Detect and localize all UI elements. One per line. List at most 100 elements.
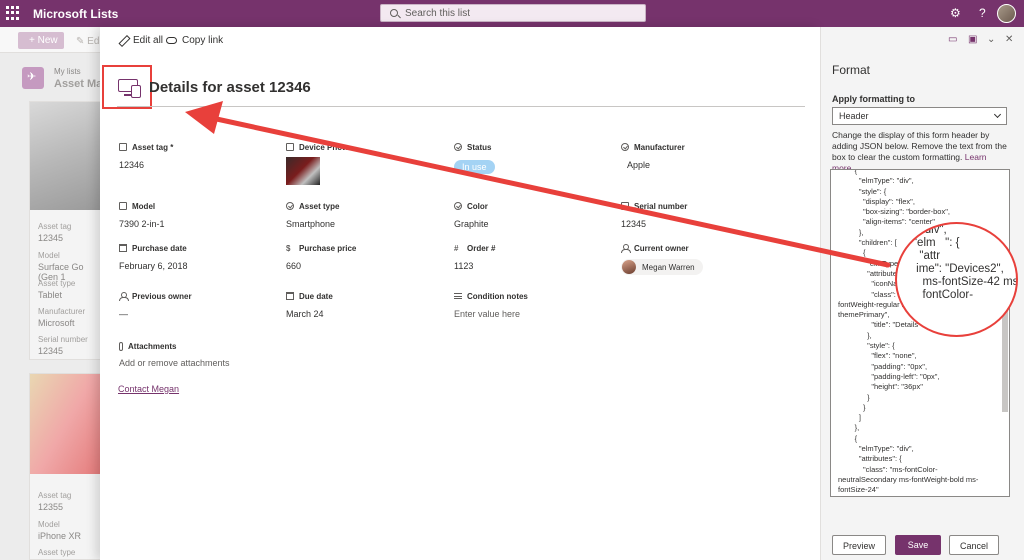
field-label: Model <box>132 201 156 211</box>
tag-icon <box>119 202 127 210</box>
gallery-card[interactable]: Asset tag 12355 Model iPhone XR Asset ty… <box>29 373 102 560</box>
gear-icon[interactable]: ⚙ <box>950 6 961 20</box>
field-value: Apple <box>627 160 651 170</box>
field-asset-type[interactable]: Asset type Smartphone <box>286 200 446 229</box>
scrollbar[interactable] <box>1002 172 1008 492</box>
field-value: February 6, 2018 <box>119 261 188 271</box>
chevron-down-icon[interactable]: ⌄ <box>987 34 995 45</box>
field-label: Attachments <box>128 341 177 351</box>
field-purchase-date[interactable]: Purchase date February 6, 2018 <box>119 242 279 271</box>
edit-all-label: Edit all <box>133 35 164 46</box>
card-value: iPhone XR <box>38 531 82 541</box>
field-serial-number[interactable]: Serial number 12345 <box>621 200 781 229</box>
check-circle-icon <box>454 143 462 151</box>
chat-icon[interactable]: ▭ <box>948 34 957 45</box>
field-value: 660 <box>286 261 302 271</box>
card-value: 12355 <box>38 502 64 512</box>
json-code[interactable]: { "elmType": "div", "style": { "display"… <box>831 170 1009 496</box>
field-value: March 24 <box>286 309 324 319</box>
breadcrumb[interactable]: My lists <box>54 67 81 76</box>
person-icon <box>621 244 631 253</box>
link-icon <box>166 37 177 44</box>
cancel-button[interactable]: Cancel <box>949 535 999 555</box>
card-label: Asset tag <box>38 491 72 500</box>
card-value: 12345 <box>38 346 64 356</box>
field-value: Smartphone <box>286 219 336 229</box>
field-label: Serial number <box>634 201 688 211</box>
tag-icon <box>119 143 127 151</box>
calendar-icon <box>119 244 127 252</box>
help-icon[interactable]: ? <box>979 6 986 20</box>
form-title: Details for asset 12346 <box>149 79 311 96</box>
save-button[interactable]: Save <box>895 535 941 555</box>
field-label: Order # <box>467 243 496 253</box>
field-attachments[interactable]: Attachments Add or remove attachments <box>119 340 319 368</box>
site-logo <box>22 67 44 89</box>
zoom-code: 'div", "elm ": { "attr ime": "Devices2",… <box>912 224 1018 301</box>
camera-icon <box>286 143 294 151</box>
apply-formatting-dropdown[interactable]: Header <box>832 107 1007 125</box>
card-label: Model <box>38 520 60 529</box>
card-value: Tablet <box>38 290 63 300</box>
avatar <box>622 260 636 274</box>
device-photo <box>30 102 102 210</box>
site-title[interactable]: Asset Ma <box>54 78 102 90</box>
device-photo <box>30 374 102 474</box>
edit-button-bg[interactable]: ✎ Edi <box>76 36 102 47</box>
card-label: Asset type <box>38 279 76 288</box>
gallery-card[interactable]: Asset tag 12345 Model Surface Go (Gen 1 … <box>29 101 102 360</box>
json-editor[interactable]: { "elmType": "div", "style": { "display"… <box>830 169 1010 497</box>
field-current-owner[interactable]: Current owner Megan Warren <box>621 242 781 276</box>
close-icon[interactable]: ✕ <box>1005 34 1013 45</box>
status-badge: In use <box>454 160 495 174</box>
dropdown-value: Header <box>839 111 869 121</box>
field-purchase-price[interactable]: $ Purchase price 660 <box>286 242 446 272</box>
field-asset-tag[interactable]: Asset tag * 12346 <box>119 141 279 170</box>
copy-link-label: Copy link <box>182 35 224 46</box>
person-chip[interactable]: Megan Warren <box>621 259 703 275</box>
video-icon[interactable]: ▣ <box>968 34 977 45</box>
pane-footer: Preview Save Cancel <box>821 535 1024 560</box>
copy-link-button[interactable]: Copy link <box>166 35 223 46</box>
field-manufacturer[interactable]: Manufacturer Apple <box>621 141 781 170</box>
title-divider <box>117 106 805 107</box>
edit-all-button[interactable]: Edit all <box>119 35 163 46</box>
new-button-label: New <box>37 35 58 46</box>
field-value: 12346 <box>119 160 145 170</box>
pane-description: Change the display of this form header b… <box>832 130 1010 174</box>
calendar-icon <box>286 292 294 300</box>
field-condition-notes[interactable]: Condition notes Enter value here <box>454 290 614 319</box>
field-label: Asset type <box>299 201 340 211</box>
field-order-number[interactable]: # Order # 1123 <box>454 242 614 272</box>
preview-button[interactable]: Preview <box>832 535 886 555</box>
app-launcher-icon[interactable] <box>6 6 20 20</box>
field-status[interactable]: Status In use <box>454 141 614 174</box>
field-value: — <box>119 309 128 319</box>
search-box[interactable]: Search this list <box>380 4 646 22</box>
zoom-callout: 'div", "elm ": { "attr ime": "Devices2",… <box>895 222 1018 337</box>
field-label: Purchase date <box>132 243 187 253</box>
app-name[interactable]: Microsoft Lists <box>33 7 118 21</box>
apply-formatting-label: Apply formatting to <box>832 94 915 104</box>
chevron-down-icon <box>993 110 1002 119</box>
avatar[interactable] <box>997 4 1016 23</box>
field-label: Due date <box>299 291 333 301</box>
contact-link[interactable]: Contact Megan <box>118 384 179 394</box>
field-color[interactable]: Color Graphite <box>454 200 614 229</box>
search-icon <box>390 9 398 17</box>
attachments-link[interactable]: Add or remove attachments <box>119 358 319 368</box>
field-due-date[interactable]: Due date March 24 <box>286 290 446 319</box>
field-label: Asset tag * <box>132 142 174 152</box>
panel-command-bar: Edit all Copy link <box>100 27 820 53</box>
field-label: Status <box>467 142 492 152</box>
field-previous-owner[interactable]: Previous owner — <box>119 290 279 319</box>
field-model[interactable]: Model 7390 2-in-1 <box>119 200 279 229</box>
search-placeholder: Search this list <box>405 8 471 19</box>
field-device-photo[interactable]: Device Photo <box>286 141 446 185</box>
field-value: Graphite <box>454 219 489 229</box>
check-circle-icon <box>454 202 462 210</box>
card-value: Microsoft <box>38 318 75 328</box>
device-photo-thumbnail[interactable] <box>286 157 320 185</box>
card-label: Model <box>38 251 60 260</box>
new-button[interactable]: + New <box>18 32 64 49</box>
